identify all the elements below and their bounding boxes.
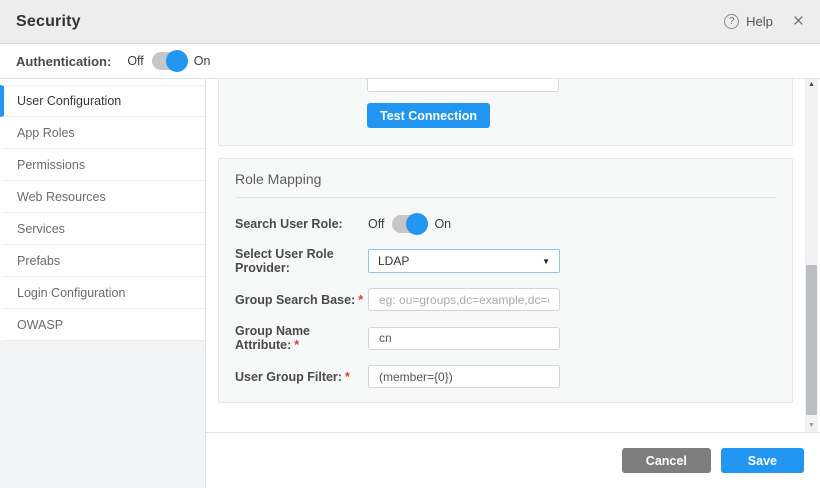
sidebar-item-services[interactable]: Services — [0, 213, 205, 245]
sidebar-item-label: Web Resources — [17, 190, 106, 204]
authentication-on-label: On — [194, 54, 211, 68]
scroll-viewport: Test Connection Role Mapping Search User… — [206, 79, 820, 432]
window-titlebar: Security ? Help × — [0, 0, 820, 44]
search-user-role-on-label: On — [434, 217, 451, 231]
group-name-attribute-row: Group Name Attribute:* — [235, 324, 776, 352]
search-user-role-label: Search User Role: — [235, 217, 368, 231]
footer-actions: Cancel Save — [206, 432, 820, 488]
scroll-up-arrow-icon[interactable]: ▲ — [805, 79, 818, 91]
sidebar-item-app-roles[interactable]: App Roles — [0, 117, 205, 149]
search-user-role-toggle[interactable] — [392, 215, 426, 233]
user-group-filter-row: User Group Filter:* — [235, 365, 776, 388]
sidebar-item-user-configuration[interactable]: User Configuration — [0, 85, 205, 117]
help-link[interactable]: Help — [746, 14, 773, 29]
selected-option: LDAP — [378, 254, 409, 268]
test-connection-button[interactable]: Test Connection — [367, 103, 490, 128]
content-area: Test Connection Role Mapping Search User… — [206, 79, 820, 488]
required-marker: * — [345, 370, 350, 384]
vertical-scrollbar[interactable]: ▲ ▼ — [805, 79, 818, 432]
page-title: Security — [16, 13, 81, 31]
sidebar-item-label: Services — [17, 222, 65, 236]
search-user-role-off-label: Off — [368, 217, 384, 231]
cancel-button[interactable]: Cancel — [622, 448, 711, 473]
help-icon[interactable]: ? — [724, 14, 739, 29]
section-divider — [235, 197, 776, 198]
sidebar-item-label: Prefabs — [17, 254, 60, 268]
scroll-down-arrow-icon[interactable]: ▼ — [805, 420, 818, 432]
sidebar-item-web-resources[interactable]: Web Resources — [0, 181, 205, 213]
user-group-filter-input[interactable] — [368, 365, 560, 388]
group-search-base-label: Group Search Base:* — [235, 293, 368, 307]
main-area: User Configuration App Roles Permissions… — [0, 79, 820, 488]
authentication-label: Authentication: — [16, 54, 111, 69]
sidebar-item-login-configuration[interactable]: Login Configuration — [0, 277, 205, 309]
sidebar-item-label: User Configuration — [17, 94, 121, 108]
provider-label: Select User Role Provider: — [235, 247, 368, 275]
sidebar-nav: User Configuration App Roles Permissions… — [0, 79, 205, 341]
sidebar: User Configuration App Roles Permissions… — [0, 79, 206, 488]
sidebar-filler — [0, 341, 205, 488]
user-group-filter-label: User Group Filter:* — [235, 370, 368, 384]
close-icon[interactable]: × — [793, 12, 804, 31]
user-role-provider-select[interactable]: LDAP ▼ — [368, 249, 560, 273]
group-name-attribute-label: Group Name Attribute:* — [235, 324, 368, 352]
role-mapping-title: Role Mapping — [235, 171, 776, 187]
sidebar-item-label: Permissions — [17, 158, 85, 172]
required-marker: * — [358, 293, 363, 307]
sidebar-item-label: OWASP — [17, 318, 63, 332]
sidebar-item-owasp[interactable]: OWASP — [0, 309, 205, 341]
toggle-knob — [406, 213, 428, 235]
clipped-input-field[interactable] — [367, 79, 559, 92]
save-button[interactable]: Save — [721, 448, 804, 473]
required-marker: * — [294, 338, 299, 352]
group-search-base-row: Group Search Base:* — [235, 288, 776, 311]
ldap-connection-panel: Test Connection — [218, 79, 793, 146]
sidebar-item-permissions[interactable]: Permissions — [0, 149, 205, 181]
role-mapping-panel: Role Mapping Search User Role: Off On Se… — [218, 158, 793, 403]
caret-down-icon: ▼ — [542, 257, 550, 266]
scrollbar-thumb[interactable] — [806, 265, 817, 415]
group-search-base-input[interactable] — [368, 288, 560, 311]
provider-row: Select User Role Provider: LDAP ▼ — [235, 247, 776, 275]
sidebar-item-label: Login Configuration — [17, 286, 125, 300]
authentication-toggle[interactable] — [152, 52, 186, 70]
search-user-role-row: Search User Role: Off On — [235, 212, 776, 236]
authentication-off-label: Off — [127, 54, 143, 68]
sidebar-item-prefabs[interactable]: Prefabs — [0, 245, 205, 277]
group-name-attribute-input[interactable] — [368, 327, 560, 350]
header-actions: ? Help × — [724, 12, 804, 31]
toggle-knob — [166, 50, 188, 72]
authentication-bar: Authentication: Off On — [0, 44, 820, 79]
sidebar-item-label: App Roles — [17, 126, 75, 140]
